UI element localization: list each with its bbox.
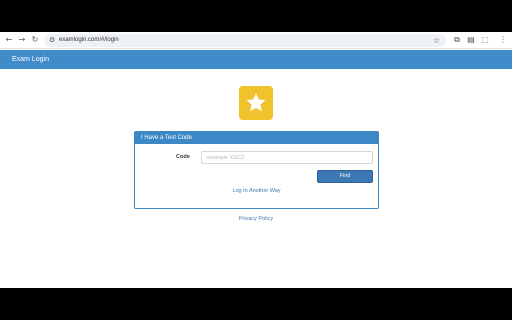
log-in-another-way-link[interactable]: Log In Another Way	[135, 188, 378, 195]
app-title[interactable]: Exam Login	[12, 55, 49, 64]
browser-window: ← → ↻ ⚙ examlogin.com/#/login ☆ ⧉ ▤ ⬚ ⋮ …	[0, 32, 512, 288]
code-input[interactable]	[201, 151, 373, 164]
translate-icon[interactable]: ⧉	[452, 35, 462, 45]
find-button[interactable]: Find	[317, 170, 373, 183]
tune-icon[interactable]: ⚙	[49, 36, 58, 45]
panel-header: I Have a Test Code	[135, 132, 378, 144]
address-url[interactable]: examlogin.com/#/login	[59, 36, 119, 45]
code-label: Code	[176, 154, 190, 160]
panel-title: I Have a Test Code	[141, 135, 192, 141]
test-code-panel: I Have a Test Code Code Find Log In Anot…	[134, 131, 379, 209]
back-icon[interactable]: ←	[4, 35, 14, 45]
privacy-policy-link[interactable]: Privacy Policy	[0, 216, 512, 223]
logo	[239, 86, 273, 120]
screen: ← → ↻ ⚙ examlogin.com/#/login ☆ ⧉ ▤ ⬚ ⋮ …	[0, 0, 512, 320]
menu-icon[interactable]: ⋮	[498, 35, 508, 45]
bookmark-star-icon[interactable]: ☆	[433, 36, 440, 45]
app-header: Exam Login	[0, 50, 512, 69]
browser-toolbar: ← → ↻ ⚙ examlogin.com/#/login ☆ ⧉ ▤ ⬚ ⋮	[0, 32, 512, 49]
reload-icon[interactable]: ↻	[30, 35, 40, 45]
star-icon	[246, 93, 266, 112]
extensions-icon[interactable]: ⬚	[480, 35, 490, 45]
address-bar[interactable]: ⚙ examlogin.com/#/login ☆	[44, 34, 446, 47]
reader-icon[interactable]: ▤	[466, 35, 476, 45]
forward-icon[interactable]: →	[17, 35, 27, 45]
